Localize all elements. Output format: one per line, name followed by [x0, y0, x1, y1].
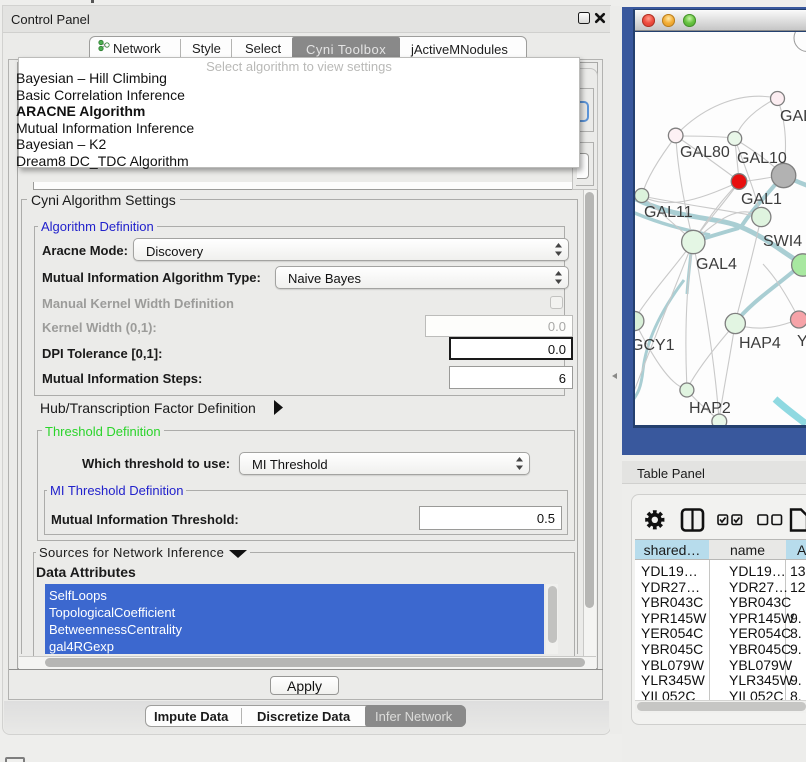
svg-text:HAP4: HAP4	[739, 335, 781, 352]
svg-text:GAL11: GAL11	[644, 204, 693, 221]
svg-text:GAL1: GAL1	[741, 191, 782, 208]
svg-text:GAL: GAL	[780, 108, 806, 125]
svg-text:GAL10: GAL10	[737, 150, 787, 167]
svg-text:GAL80: GAL80	[680, 144, 730, 161]
svg-text:GCY1: GCY1	[635, 337, 675, 354]
svg-text:GAL4: GAL4	[696, 256, 737, 273]
svg-text:Y: Y	[797, 333, 806, 350]
svg-text:SWI4: SWI4	[763, 233, 802, 250]
svg-text:HAP2: HAP2	[689, 400, 731, 417]
